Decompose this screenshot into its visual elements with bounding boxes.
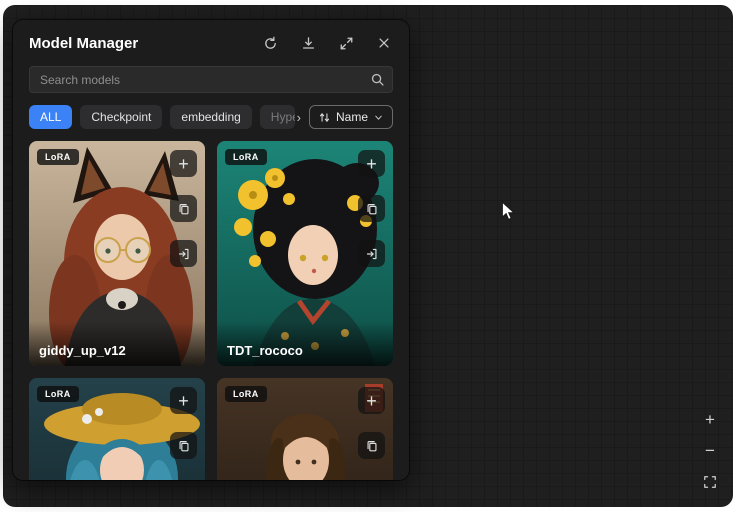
node-editor-canvas[interactable]: Model Manager: [3, 5, 733, 507]
copy-icon: [365, 202, 379, 216]
sort-icon: [318, 111, 331, 124]
model-card[interactable]: LoRA + giddy_up_v12: [29, 141, 205, 366]
zoom-in-button[interactable]: +: [699, 409, 721, 431]
add-model-button[interactable]: +: [358, 387, 385, 414]
copy-icon: [365, 439, 379, 453]
refresh-icon: [263, 36, 278, 51]
download-button[interactable]: [299, 34, 317, 52]
panel-title: Model Manager: [29, 35, 261, 52]
chevron-right-icon[interactable]: ›: [297, 110, 301, 125]
add-model-button[interactable]: +: [170, 150, 197, 177]
sort-label: Name: [336, 110, 368, 124]
copy-model-button[interactable]: [170, 432, 197, 459]
add-model-button[interactable]: +: [358, 150, 385, 177]
panel-header: Model Manager: [13, 20, 409, 60]
expand-icon: [339, 36, 354, 51]
close-button[interactable]: [375, 34, 393, 52]
model-card-grid: LoRA + giddy_up_v12: [29, 141, 393, 480]
search-input[interactable]: [29, 66, 393, 93]
model-card[interactable]: LoRA +: [29, 378, 205, 480]
copy-model-button[interactable]: [358, 195, 385, 222]
refresh-button[interactable]: [261, 34, 279, 52]
search-bar: [29, 66, 393, 93]
chevron-down-icon: [373, 112, 384, 123]
panel-header-actions: [261, 34, 393, 52]
model-type-badge: LoRA: [225, 149, 267, 165]
model-card[interactable]: LoRA + TDT_rococo: [217, 141, 393, 366]
fit-view-icon: [703, 475, 717, 489]
add-model-button[interactable]: +: [170, 387, 197, 414]
model-card[interactable]: LoRA +: [217, 378, 393, 480]
filter-chip-embedding[interactable]: embedding: [170, 105, 251, 129]
mouse-cursor-icon: [500, 201, 518, 226]
model-name: giddy_up_v12: [29, 321, 205, 366]
copy-icon: [177, 439, 191, 453]
model-type-badge: LoRA: [225, 386, 267, 402]
import-icon: [365, 247, 379, 261]
model-manager-panel: Model Manager: [13, 20, 409, 480]
model-type-badge: LoRA: [37, 386, 79, 402]
sort-button[interactable]: Name: [309, 105, 393, 129]
filter-chip-checkpoint[interactable]: Checkpoint: [80, 105, 162, 129]
fit-view-button[interactable]: [699, 471, 721, 493]
expand-button[interactable]: [337, 34, 355, 52]
download-icon: [301, 36, 316, 51]
filter-chip-hype[interactable]: Hype: [260, 105, 295, 129]
import-model-button[interactable]: [358, 240, 385, 267]
zoom-out-button[interactable]: −: [699, 440, 721, 462]
import-icon: [177, 247, 191, 261]
filter-chip-all[interactable]: ALL: [29, 105, 72, 129]
copy-icon: [177, 202, 191, 216]
model-name: TDT_rococo: [217, 321, 393, 366]
copy-model-button[interactable]: [170, 195, 197, 222]
copy-model-button[interactable]: [358, 432, 385, 459]
filter-row: ALL Checkpoint embedding Hype › Name: [29, 105, 393, 129]
model-type-badge: LoRA: [37, 149, 79, 165]
canvas-zoom-controls: + −: [699, 409, 721, 493]
close-icon: [377, 36, 391, 50]
search-icon: [370, 72, 385, 92]
import-model-button[interactable]: [170, 240, 197, 267]
